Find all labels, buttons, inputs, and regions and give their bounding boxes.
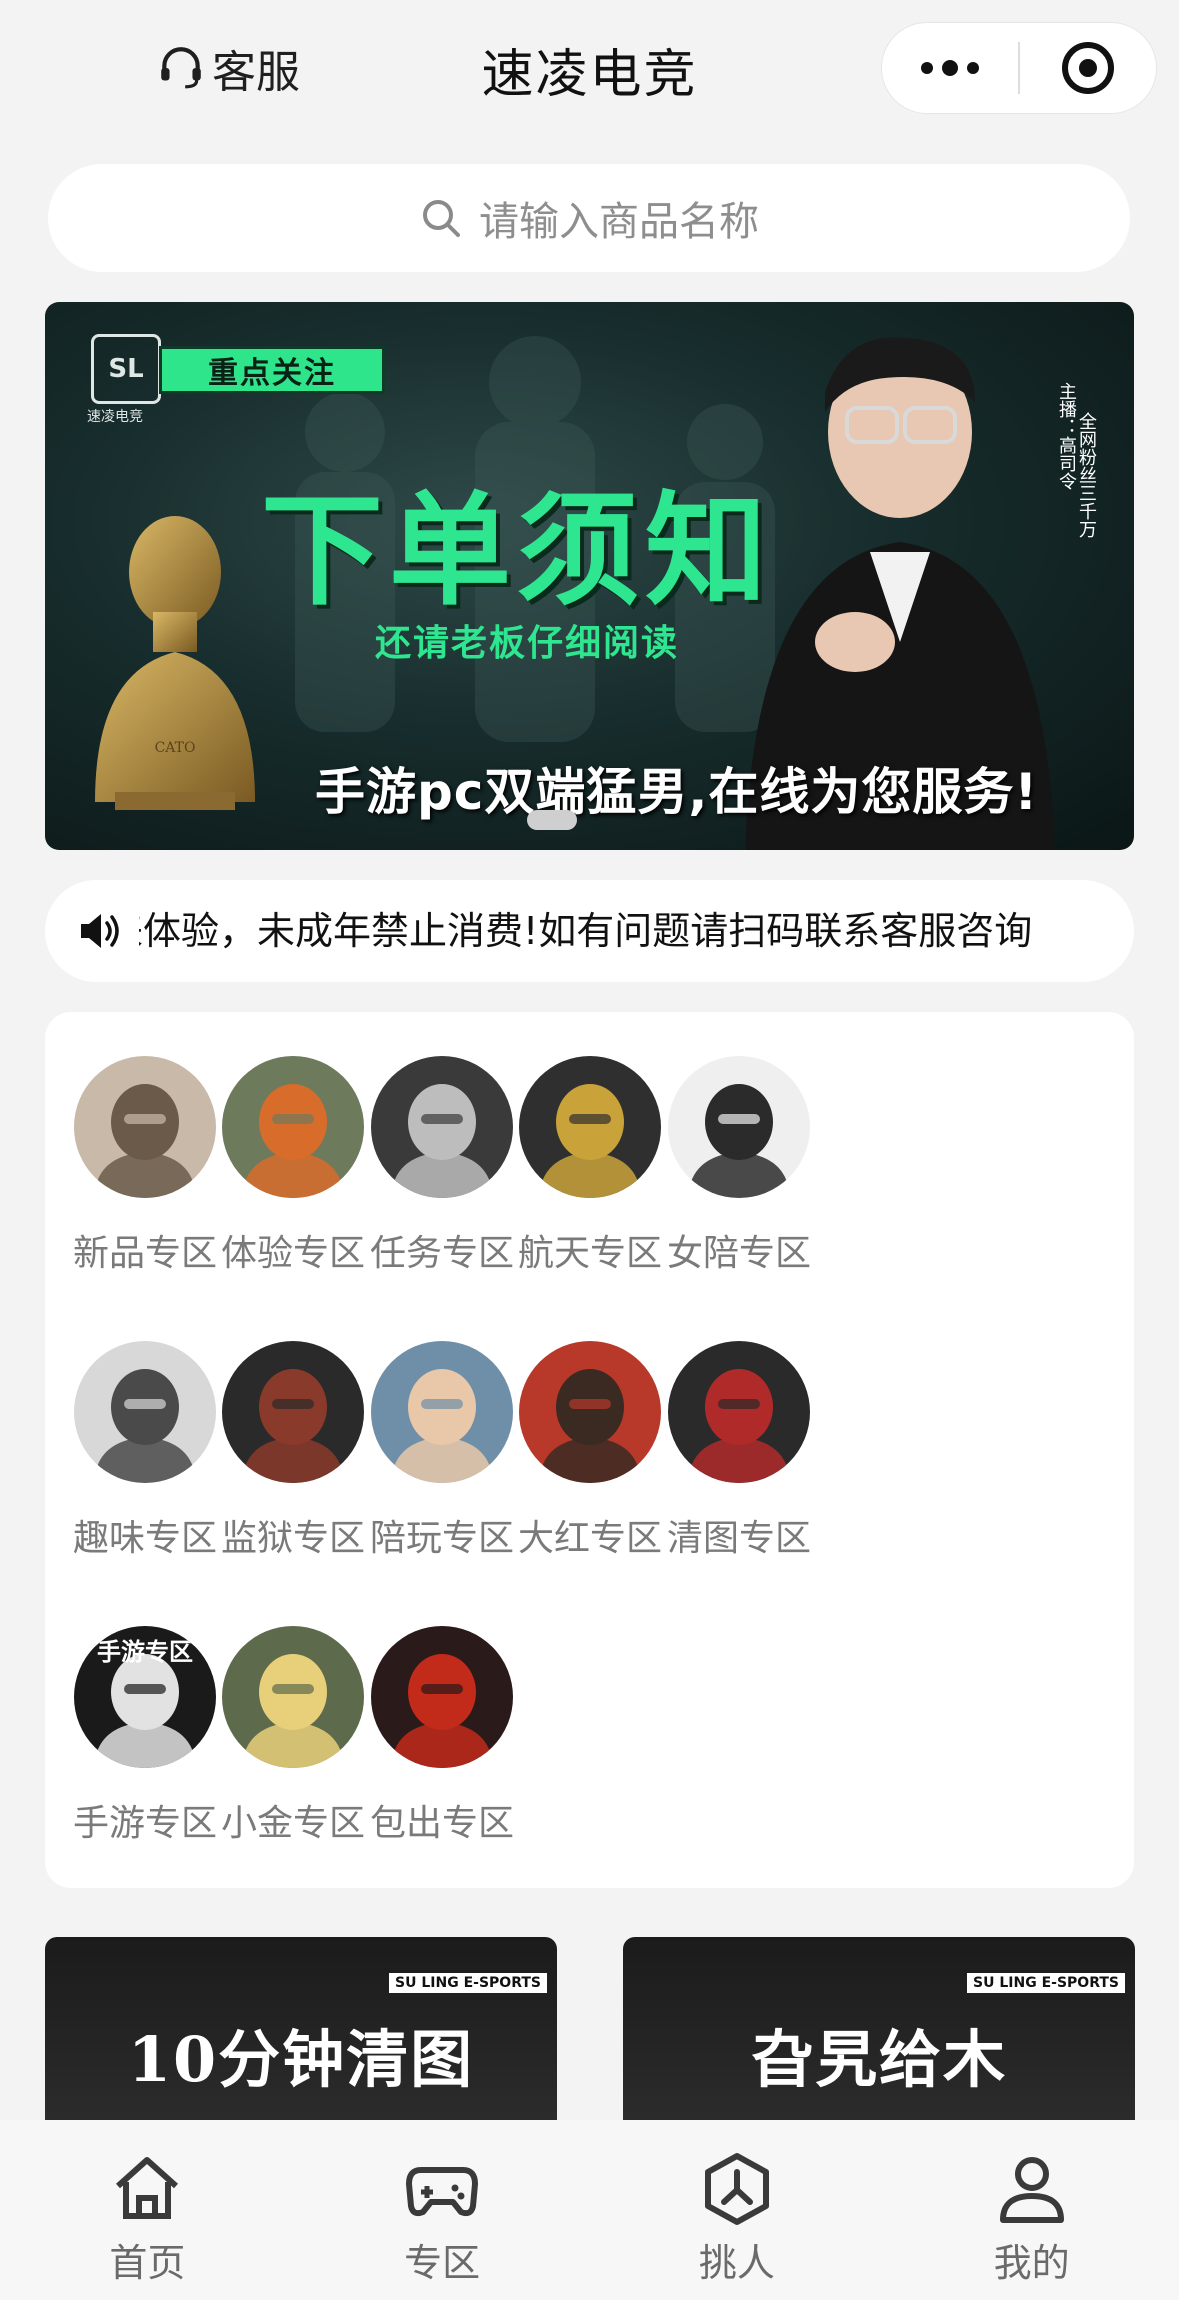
category-item[interactable]: 清图专区	[649, 1297, 829, 1559]
notice-bar[interactable]: 欢迎来体验，未成年禁止消费!如有问题请扫码联系客服咨询	[45, 880, 1134, 982]
miniprogram-capsule	[881, 22, 1157, 114]
red-mask-icon	[371, 1626, 513, 1768]
search-placeholder: 请输入商品名称	[479, 199, 759, 245]
tab-label: 专区	[404, 2241, 481, 2285]
red-helmet-icon	[668, 1341, 810, 1483]
mobile-game-girl-icon: 手游专区	[74, 1626, 216, 1768]
masked-operator-icon	[371, 1056, 513, 1198]
promo-title: 10分钟清图	[127, 2023, 475, 2096]
gold-skull-icon	[519, 1056, 661, 1198]
category-item[interactable]: 包出专区	[352, 1582, 532, 1844]
dot-icon	[967, 62, 979, 74]
promo-card-2[interactable]: SU LING E-SPORTS 旮旯给木	[623, 1937, 1135, 2127]
tab-label: 挑人	[698, 2241, 775, 2285]
chibi-girl-icon	[668, 1056, 810, 1198]
promo-brand: SU LING E-SPORTS	[389, 1973, 547, 1993]
tab-label: 我的	[993, 2241, 1070, 2285]
golden-bust-image: CATO	[95, 516, 255, 810]
tab-pick[interactable]: 挑人	[590, 2120, 885, 2300]
bust-inscription: CATO	[155, 740, 196, 756]
more-menu-button[interactable]	[882, 23, 1018, 113]
banner-headline: 下单须知	[261, 480, 773, 622]
cowboy-hat-character-icon	[74, 1056, 216, 1198]
tab-label: 首页	[109, 2241, 186, 2285]
target-icon	[1062, 42, 1114, 94]
dot-icon	[942, 60, 958, 76]
banner-subheadline: 还请老板仔细阅读	[375, 623, 680, 664]
top-nav-bar: 客服 速凌电竞	[0, 0, 1179, 140]
goggles-soldier-icon	[222, 1056, 364, 1198]
banner-carousel[interactable]: SL 速凌电竞 重点关注 下单须知 还请老板仔细阅读 CATO 主播：高司令 全…	[45, 302, 1134, 850]
category-label: 包出专区	[369, 1803, 514, 1844]
tab-zones[interactable]: 专区	[295, 2120, 590, 2300]
red-beret-icon	[519, 1341, 661, 1483]
category-grid: 新品专区 体验专区 任务专区 航天专区 女陪专区 趣味专区 监狱专区 陪玩专区 …	[45, 1012, 1134, 1888]
brand-logo: SL	[91, 334, 161, 404]
dot-icon	[921, 62, 933, 74]
carousel-indicator[interactable]	[527, 810, 577, 830]
white-hair-girl-icon	[74, 1341, 216, 1483]
fans-count-label: 全网粉丝三千万	[1076, 412, 1097, 538]
banner-tag: 重点关注	[159, 346, 385, 394]
promo-card-1[interactable]: SU LING E-SPORTS 10分钟清图	[45, 1937, 557, 2127]
blonde-soldier-icon	[222, 1626, 364, 1768]
search-input[interactable]: 请输入商品名称	[48, 164, 1130, 272]
tab-profile[interactable]: 我的	[884, 2120, 1179, 2300]
banner-slogan: 手游pc双端猛男,在线为您服务!	[315, 763, 1039, 821]
profile-icon	[999, 2157, 1064, 2223]
brand-logo-text: 速凌电竞	[87, 409, 143, 425]
search-icon	[423, 200, 460, 237]
scarred-man-icon	[222, 1341, 364, 1483]
category-label: 清图专区	[666, 1518, 811, 1559]
tab-home[interactable]: 首页	[0, 2120, 295, 2300]
gamepad-icon	[406, 2167, 479, 2217]
bottom-tab-bar: 首页 专区 挑人 我的	[0, 2120, 1179, 2300]
chibi-soldier-icon	[371, 1341, 513, 1483]
close-miniprogram-button[interactable]	[1020, 42, 1156, 94]
speaker-icon	[81, 914, 119, 948]
pick-person-icon	[704, 2153, 769, 2225]
promo-brand: SU LING E-SPORTS	[967, 1973, 1125, 1993]
category-item[interactable]: 女陪专区	[649, 1012, 829, 1274]
promo-title: 旮旯给木	[750, 2023, 1007, 2096]
host-name-label: 主播：高司令	[1056, 382, 1077, 490]
avatar-badge: 手游专区	[97, 1638, 193, 1666]
home-icon	[116, 2157, 179, 2219]
notice-text: 欢迎来体验，未成年禁止消费!如有问题请扫码联系客服咨询	[139, 909, 1033, 953]
category-label: 女陪专区	[666, 1233, 811, 1274]
